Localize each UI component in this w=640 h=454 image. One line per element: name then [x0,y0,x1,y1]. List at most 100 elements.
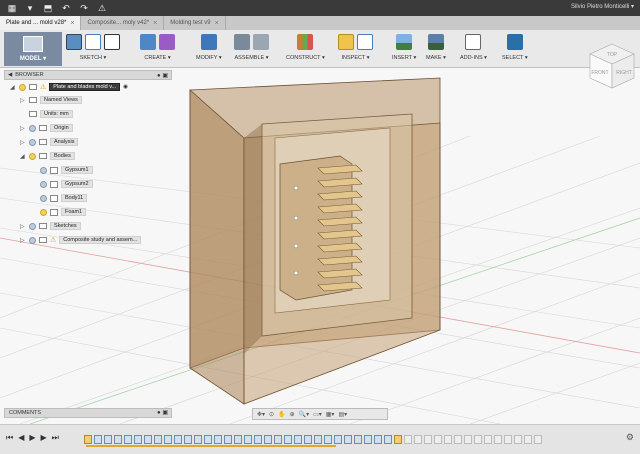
timeline-feature[interactable] [394,434,402,444]
undo-icon[interactable]: ↶ [60,3,72,14]
root-component[interactable]: ◢ ⚠ Plate and blades mold v... ◉ [10,82,128,92]
tree-item-sketches[interactable]: ▷ Sketches [20,221,81,231]
visibility-icon[interactable] [40,194,47,202]
timeline-feature[interactable] [194,434,202,444]
expand-icon[interactable]: ▷ [20,223,26,230]
tab-plate-and-mold[interactable]: Plate and ... mold v28* × [0,16,82,30]
close-icon[interactable]: × [215,20,219,27]
expand-icon[interactable]: ▷ [20,125,26,132]
create-group[interactable]: CREATE ▾ [140,32,175,66]
insert-image-icon[interactable] [396,34,413,50]
tree-item-units[interactable]: Units: mm [20,109,73,119]
browser-pin-icon[interactable]: ● ▣ [157,72,168,79]
timeline-feature[interactable] [254,434,262,444]
inspect-group[interactable]: INSPECT ▾ [338,32,373,66]
timeline-feature[interactable] [364,434,372,444]
comments-controls-icon[interactable]: ● ▣ [157,409,168,416]
timeline-feature[interactable] [434,434,442,444]
3d-print-icon[interactable] [427,34,444,50]
timeline-feature[interactable] [484,434,492,444]
orbit-icon[interactable]: ✥▾ [257,411,265,418]
redo-icon[interactable]: ↷ [78,3,90,14]
view-cube[interactable]: TOP FRONT RIGHT [588,42,636,90]
scripts-icon[interactable] [465,34,482,50]
timeline-feature[interactable] [504,434,512,444]
close-icon[interactable]: × [153,20,157,27]
modify-group[interactable]: MODIFY ▾ [196,32,222,66]
timeline-feature[interactable] [94,434,102,444]
timeline-feature[interactable] [224,434,232,444]
timeline-feature[interactable] [84,434,92,444]
timeline-feature[interactable] [184,434,192,444]
timeline-feature[interactable] [204,434,212,444]
pan-icon[interactable]: ✋ [278,411,285,418]
timeline-feature[interactable] [404,434,412,444]
timeline-feature[interactable] [244,434,252,444]
save-icon[interactable]: ⬒ [42,3,54,14]
as-built-joint-icon[interactable] [253,34,269,50]
make-group[interactable]: MAKE ▾ [426,32,446,66]
timeline-feature[interactable] [284,434,292,444]
timeline-feature[interactable] [294,434,302,444]
go-to-start-icon[interactable]: ⏮ [6,433,13,443]
timeline-feature[interactable] [234,434,242,444]
visibility-icon[interactable] [19,83,26,91]
timeline-feature[interactable] [384,434,392,444]
visibility-icon[interactable] [29,236,36,244]
timeline-feature[interactable] [474,434,482,444]
tree-item-foam1[interactable]: Foam1 [40,207,87,217]
timeline-feature[interactable] [264,434,272,444]
add-ins-group[interactable]: ADD-INS ▾ [460,32,487,66]
measure-icon[interactable] [338,34,354,50]
expand-icon[interactable]: ▷ [20,237,26,244]
tab-composite[interactable]: Composite... moly v42* × [81,16,165,30]
insert-group[interactable]: INSERT ▾ [392,32,416,66]
visibility-icon[interactable] [29,124,36,132]
tree-item-named-views[interactable]: ▷ Named Views [20,95,82,105]
fit-icon[interactable]: 🔍▾ [299,411,309,418]
timeline-feature[interactable] [514,434,522,444]
timeline-feature[interactable] [324,434,332,444]
timeline-feature[interactable] [314,434,322,444]
timeline-feature[interactable] [114,434,122,444]
visibility-icon[interactable] [40,180,47,188]
timeline-feature[interactable] [174,434,182,444]
extrude-icon[interactable] [140,34,156,50]
comments-panel[interactable]: COMMENTS ● ▣ [4,408,172,418]
press-pull-icon[interactable] [200,34,217,50]
timeline-feature[interactable] [424,434,432,444]
viewport-canvas[interactable] [0,68,640,424]
grid-settings-icon[interactable]: ▦▾ [326,411,335,418]
look-at-icon[interactable]: ⊙ [269,411,274,418]
warning-icon[interactable]: ⚠ [96,3,108,14]
go-to-end-icon[interactable]: ⏭ [52,433,59,443]
timeline-feature[interactable] [154,434,162,444]
timeline-feature[interactable] [414,434,422,444]
tree-item-bodies[interactable]: ◢ Bodies [20,151,75,161]
timeline-feature[interactable] [534,434,542,444]
timeline-feature[interactable] [104,434,112,444]
timeline-feature[interactable] [464,434,472,444]
expand-icon[interactable]: ▷ [20,139,26,146]
browser-header[interactable]: ◀ BROWSER ● ▣ [4,70,172,80]
timeline-feature[interactable] [144,434,152,444]
select-group[interactable]: SELECT ▾ [502,32,528,66]
section-analysis-icon[interactable] [357,34,373,50]
grid-icon[interactable]: ▦ [6,3,18,14]
file-menu-icon[interactable]: ▾ [24,3,36,14]
tree-item-analysis[interactable]: ▷ Analysis [20,137,79,147]
visibility-icon[interactable] [40,166,47,174]
close-icon[interactable]: × [70,20,74,27]
timeline-track[interactable] [84,433,620,445]
line-icon[interactable] [85,34,101,50]
timeline-feature[interactable] [494,434,502,444]
tree-item-body11[interactable]: Body11 [40,193,88,203]
tree-item-gypsum2[interactable]: Gypsum2 [40,179,93,189]
tab-molding-test[interactable]: Molding test v9 × [164,16,226,30]
radio-icon[interactable]: ◉ [123,84,128,90]
user-menu[interactable]: Silvio Pietro Monticelli ▾ [571,3,634,10]
timeline-feature[interactable] [124,434,132,444]
step-back-icon[interactable]: ◀ [18,433,24,443]
timeline-feature[interactable] [354,434,362,444]
viewports-icon[interactable]: ▤▾ [338,411,347,418]
